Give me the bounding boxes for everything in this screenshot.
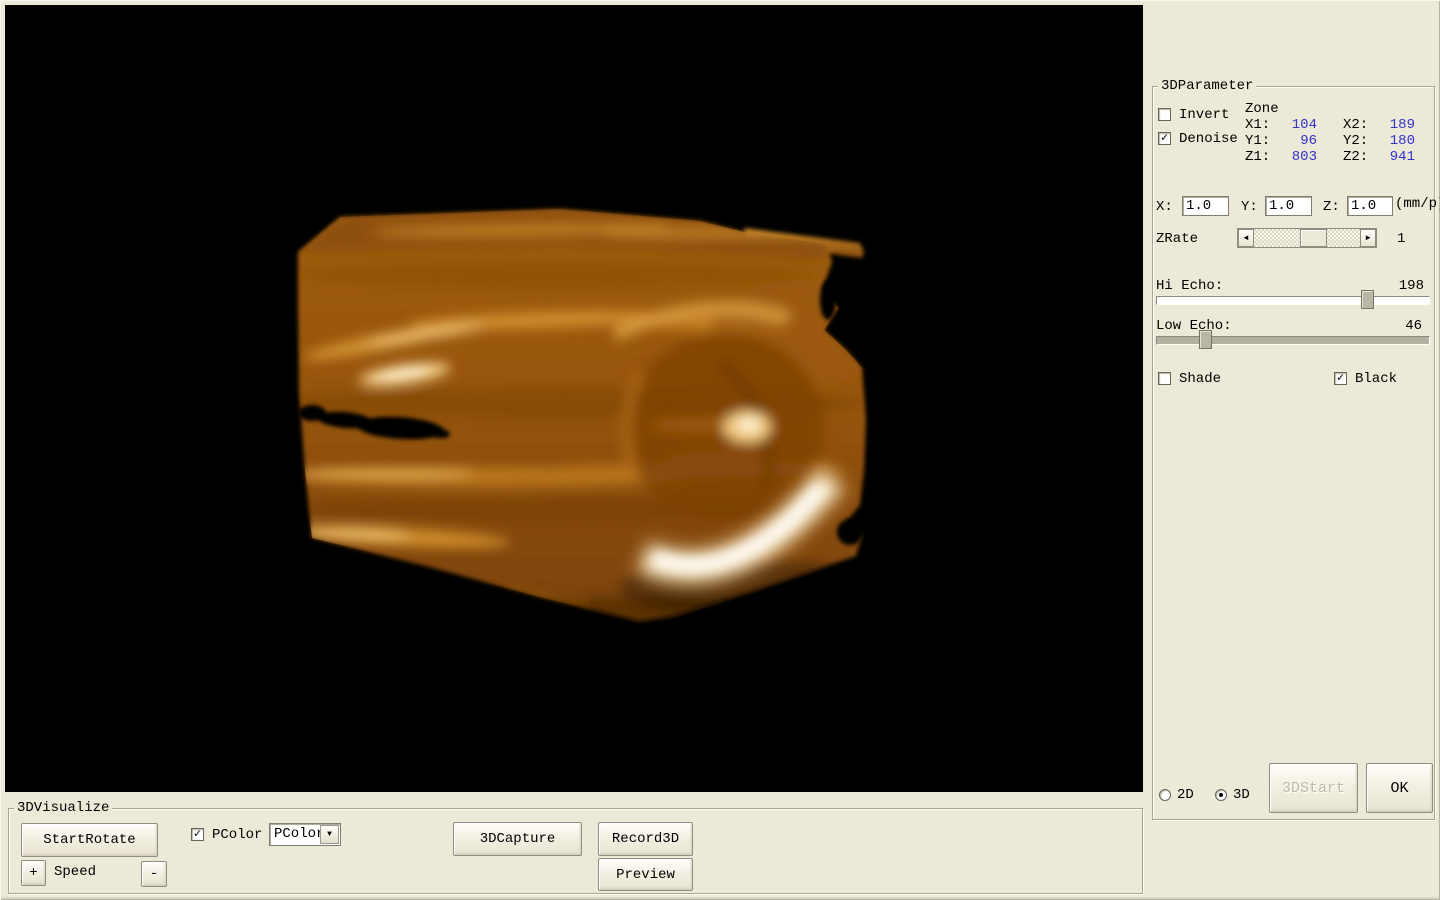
zone-z2-value: 941 <box>1373 149 1415 165</box>
low-echo-slider-thumb[interactable] <box>1199 330 1212 349</box>
shade-checkbox-box[interactable]: ✓ <box>1158 372 1171 385</box>
denoise-checkbox-box[interactable]: ✓ <box>1158 132 1171 145</box>
hi-echo-slider-track[interactable] <box>1156 296 1430 305</box>
scale-unit-label: (mm/p) <box>1395 196 1440 212</box>
ok-button[interactable]: OK <box>1366 763 1433 813</box>
pcolor-checkbox[interactable]: ✓ PColor <box>191 827 262 842</box>
shade-checkbox[interactable]: ✓ Shade <box>1158 371 1221 386</box>
dropdown-arrow-icon[interactable]: ▼ <box>320 825 339 844</box>
record-3d-button[interactable]: Record3D <box>598 822 693 856</box>
start-rotate-button[interactable]: StartRotate <box>21 823 158 857</box>
speed-plus-button[interactable]: + <box>21 860 46 886</box>
zone-x2-value: 189 <box>1373 117 1415 133</box>
zone-row-y: Y1:96 Y2:180 <box>1245 133 1415 149</box>
zone-y2-label: Y2: <box>1343 133 1373 149</box>
zrate-thumb[interactable] <box>1300 229 1327 247</box>
scale-z-input[interactable] <box>1347 196 1393 216</box>
hi-echo-label: Hi Echo: <box>1156 278 1223 294</box>
zone-row-z: Z1:803 Z2:941 <box>1245 149 1415 165</box>
zone-y2-value: 180 <box>1373 133 1415 149</box>
mode-2d-label: 2D <box>1177 787 1194 803</box>
check-icon: ✓ <box>1337 372 1344 384</box>
hi-echo-slider-thumb[interactable] <box>1361 290 1374 309</box>
capture-3d-button[interactable]: 3DCapture <box>453 822 582 856</box>
zone-readout: Zone X1:104 X2:189 Y1:96 Y2:180 Z1:803 Z2:9… <box>1245 101 1415 165</box>
check-icon: ✓ <box>1161 132 1168 144</box>
low-echo-label: Low Echo: <box>1156 318 1232 334</box>
zone-x1-value: 104 <box>1275 117 1317 133</box>
mode-2d-radio-circle[interactable] <box>1159 789 1171 801</box>
app-window: 3DParameter ✓ Invert ✓ Denoise Zone X1:1… <box>0 0 1440 900</box>
speed-label: Speed <box>54 864 96 880</box>
invert-checkbox[interactable]: ✓ Invert <box>1158 107 1229 122</box>
black-checkbox-box[interactable]: ✓ <box>1334 372 1347 385</box>
denoise-checkbox[interactable]: ✓ Denoise <box>1158 131 1238 146</box>
zone-x1-label: X1: <box>1245 117 1275 133</box>
zone-y1-value: 96 <box>1275 133 1317 149</box>
zone-title: Zone <box>1245 101 1415 117</box>
mode-3d-radio[interactable]: 3D <box>1215 787 1250 802</box>
zone-z1-label: Z1: <box>1245 149 1275 165</box>
pcolor-checkbox-box[interactable]: ✓ <box>191 828 204 841</box>
zone-x2-label: X2: <box>1343 117 1373 133</box>
parameter-panel-title: 3DParameter <box>1158 78 1256 94</box>
zone-y1-label: Y1: <box>1245 133 1275 149</box>
ultrasound-volume-render <box>5 5 1143 792</box>
zrate-scrollbar[interactable]: ◄ ► <box>1237 228 1377 248</box>
check-icon: ✓ <box>194 828 201 840</box>
scale-x-label: X: <box>1156 199 1173 215</box>
zrate-right-arrow-icon[interactable]: ► <box>1360 229 1376 247</box>
zone-z2-label: Z2: <box>1343 149 1373 165</box>
mode-3d-radio-circle[interactable] <box>1215 789 1227 801</box>
zone-row-x: X1:104 X2:189 <box>1245 117 1415 133</box>
scale-z-label: Z: <box>1323 199 1340 215</box>
scale-y-label: Y: <box>1241 199 1258 215</box>
visualize-panel-title: 3DVisualize <box>14 800 112 816</box>
zrate-label: ZRate <box>1156 231 1198 247</box>
pcolor-dropdown[interactable]: PColor ▼ <box>269 823 341 846</box>
black-checkbox[interactable]: ✓ Black <box>1334 371 1397 386</box>
zrate-value: 1 <box>1397 231 1405 247</box>
shade-label: Shade <box>1179 371 1221 387</box>
visualize-panel: 3DVisualize StartRotate ✓ PColor PColor … <box>8 808 1143 894</box>
speed-minus-button[interactable]: - <box>141 861 167 887</box>
mode-3d-label: 3D <box>1233 787 1250 803</box>
invert-checkbox-box[interactable]: ✓ <box>1158 108 1171 121</box>
zone-z1-value: 803 <box>1275 149 1317 165</box>
start3d-button[interactable]: 3DStart <box>1269 763 1358 813</box>
low-echo-slider-track[interactable] <box>1156 336 1430 345</box>
mode-2d-radio[interactable]: 2D <box>1159 787 1194 802</box>
scale-y-input[interactable] <box>1265 196 1312 216</box>
scale-x-input[interactable] <box>1182 196 1229 216</box>
parameter-panel: 3DParameter ✓ Invert ✓ Denoise Zone X1:1… <box>1152 86 1435 820</box>
pcolor-label: PColor <box>212 827 262 843</box>
preview-button[interactable]: Preview <box>598 858 693 891</box>
render-viewport[interactable] <box>5 5 1143 792</box>
pcolor-dropdown-value: PColor <box>274 826 324 842</box>
low-echo-value: 46 <box>1405 318 1422 334</box>
hi-echo-value: 198 <box>1399 278 1424 294</box>
zrate-left-arrow-icon[interactable]: ◄ <box>1238 229 1254 247</box>
invert-label: Invert <box>1179 107 1229 123</box>
black-label: Black <box>1355 371 1397 387</box>
denoise-label: Denoise <box>1179 131 1238 147</box>
